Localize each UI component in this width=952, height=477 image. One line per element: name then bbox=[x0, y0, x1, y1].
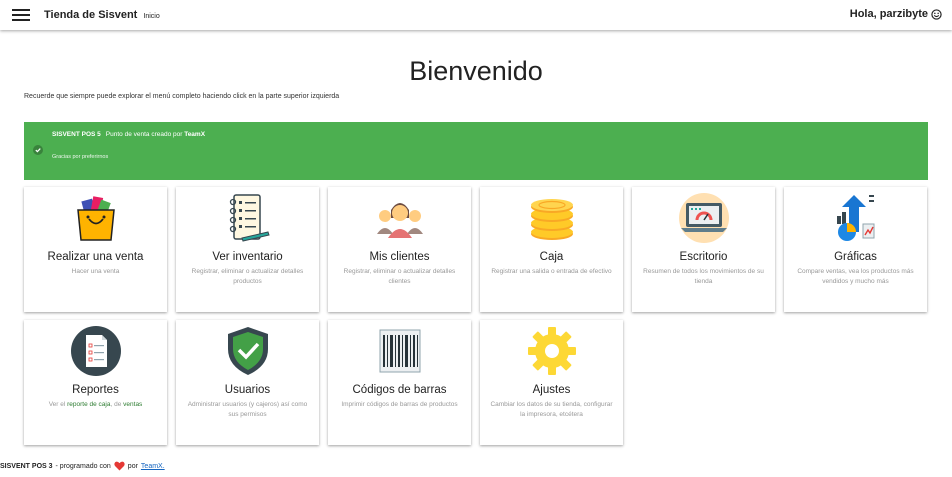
heart-icon bbox=[114, 461, 125, 471]
hamburger-menu-icon[interactable] bbox=[12, 9, 30, 21]
card-title: Reportes bbox=[72, 384, 119, 396]
charts-icon bbox=[836, 195, 874, 241]
card-description: Ver el reporte de caja, de ventas bbox=[34, 400, 157, 410]
card-graficas[interactable]: Gráficas Compare ventas, vea los product… bbox=[784, 187, 927, 312]
report-icon bbox=[70, 326, 121, 376]
card-caja[interactable]: Caja Registrar una salida o entrada de e… bbox=[480, 187, 623, 312]
app-name: Tienda de Sisvent bbox=[44, 9, 138, 21]
card-title: Ajustes bbox=[532, 384, 571, 396]
footer-text: - programado con bbox=[55, 462, 111, 470]
menu-hint: Recuerde que siempre puede explorar el m… bbox=[24, 93, 340, 100]
app-title[interactable]: Tienda de Sisvent Inicio bbox=[44, 9, 160, 21]
user-greeting: Hola, parzibyte bbox=[849, 8, 928, 20]
card-escritorio[interactable]: Escritorio Resumen de todos los movimien… bbox=[632, 187, 775, 312]
banner-author: TeamX bbox=[184, 131, 206, 138]
card-ver-inventario[interactable]: Ver inventario Registrar, eliminar o act… bbox=[176, 187, 319, 312]
footer-app-name: SISVENT POS 3 bbox=[0, 462, 53, 470]
link-reporte-ventas[interactable]: ventas bbox=[123, 401, 142, 408]
customers-icon bbox=[376, 203, 423, 238]
card-title: Códigos de barras bbox=[352, 384, 447, 396]
card-description: Hacer una venta bbox=[71, 268, 120, 275]
card-title: Gráficas bbox=[834, 251, 877, 263]
card-reportes[interactable]: Reportes Ver el reporte de caja, de vent… bbox=[24, 320, 167, 445]
card-description: Cambiar los datos de su tienda, configur… bbox=[490, 401, 613, 418]
banner-prefix: Punto de venta creado por bbox=[105, 131, 185, 138]
user-menu[interactable]: Hola, parzibyte bbox=[850, 8, 942, 20]
card-description: Compare ventas, vea los productos más ve… bbox=[797, 268, 914, 285]
link-reporte-caja[interactable]: reporte de caja bbox=[67, 401, 110, 408]
barcode-icon bbox=[379, 329, 420, 373]
card-usuarios[interactable]: Usuarios Administrar usuarios (y cajeros… bbox=[176, 320, 319, 445]
card-realizar-venta[interactable]: Realizar una venta Hacer una venta bbox=[24, 187, 167, 312]
card-codigos-barras[interactable]: Códigos de barras Imprimir códigos de ba… bbox=[328, 320, 471, 445]
shield-check-icon bbox=[227, 327, 268, 375]
page-title: Bienvenido bbox=[409, 56, 543, 86]
smiley-icon bbox=[931, 8, 942, 20]
check-circle-icon bbox=[33, 145, 43, 155]
card-description: Resumen de todos los movimientos de su t… bbox=[643, 268, 764, 285]
card-description: Imprimir códigos de barras de productos bbox=[341, 401, 458, 408]
banner-text: SISVENT POS 5 Punto de venta creado por T… bbox=[52, 131, 210, 138]
banner-subtext: Gracias por preferirnos bbox=[52, 154, 109, 160]
laptop-dashboard-icon bbox=[678, 193, 729, 243]
card-title: Caja bbox=[539, 251, 564, 263]
section-label: Inicio bbox=[143, 13, 160, 20]
card-ajustes[interactable]: Ajustes Cambiar los datos de su tienda, … bbox=[480, 320, 623, 445]
top-app-bar: Tienda de Sisvent Inicio Hola, parzibyte bbox=[0, 0, 952, 30]
card-title: Mis clientes bbox=[369, 251, 430, 263]
banner-app-name: SISVENT POS 5 bbox=[52, 131, 101, 138]
coins-icon bbox=[530, 199, 573, 240]
desc-mid: , de bbox=[110, 401, 124, 408]
footer: SISVENT POS 3 - programado con por TeamX… bbox=[0, 461, 165, 471]
card-mis-clientes[interactable]: Mis clientes Registrar, eliminar o actua… bbox=[328, 187, 471, 312]
card-title: Usuarios bbox=[224, 384, 271, 396]
gear-icon bbox=[527, 327, 576, 375]
card-title: Ver inventario bbox=[212, 251, 283, 263]
card-title: Escritorio bbox=[679, 251, 728, 263]
card-description: Registrar, eliminar o actualizar detalle… bbox=[343, 268, 456, 285]
card-description: Registrar una salida o entrada de efecti… bbox=[491, 268, 612, 275]
info-banner: SISVENT POS 5 Punto de venta creado por T… bbox=[24, 122, 928, 180]
card-description: Registrar, eliminar o actualizar detalle… bbox=[191, 268, 304, 285]
card-title: Realizar una venta bbox=[47, 251, 144, 263]
desc-prefix: Ver el bbox=[48, 401, 68, 408]
shopping-bag-icon bbox=[76, 196, 115, 241]
footer-author-link[interactable]: TeamX. bbox=[141, 463, 165, 470]
card-description: Administrar usuarios (y cajeros) así com… bbox=[187, 401, 308, 418]
notebook-icon bbox=[229, 194, 270, 242]
footer-by: por bbox=[127, 462, 138, 470]
